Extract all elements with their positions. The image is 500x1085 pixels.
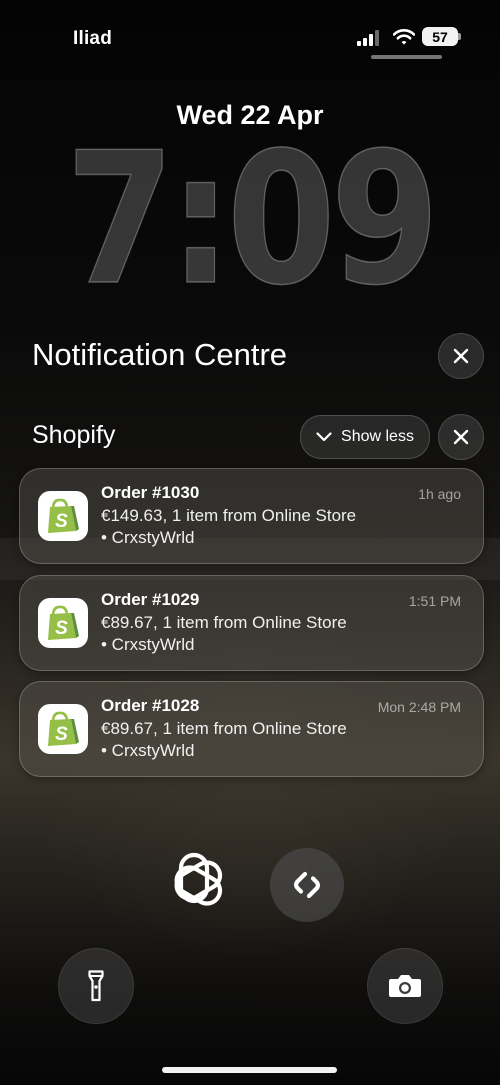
notification-centre-title: Notification Centre	[32, 337, 288, 372]
shopify-bag-icon: S	[48, 498, 79, 533]
flashlight-icon	[88, 970, 104, 1002]
chatgpt-logo-icon	[174, 852, 223, 906]
show-less-label: Show less	[341, 428, 414, 445]
clear-all-button[interactable]	[438, 333, 484, 379]
camera-icon	[389, 975, 421, 997]
home-indicator[interactable]	[162, 1067, 337, 1073]
notification-group-title: Shopify	[32, 421, 116, 449]
notification-time: Mon 2:48 PM	[377, 699, 461, 715]
notification-customer: • CrxstyWrld	[101, 741, 195, 760]
notification-customer: • CrxstyWrld	[101, 528, 195, 547]
show-less-button[interactable]: Show less	[300, 415, 430, 459]
svg-text:S: S	[55, 724, 68, 745]
notification-time: 1:51 PM	[408, 593, 461, 609]
notification-body: €89.67, 1 item from Online Store • Crxst…	[101, 718, 347, 762]
notification-body: €89.67, 1 item from Online Store • Crxst…	[101, 612, 347, 656]
carrier-name: Iliad	[73, 28, 113, 49]
control-centre-handle[interactable]	[371, 55, 442, 59]
shazam-widget[interactable]	[270, 848, 344, 922]
flashlight-button[interactable]	[58, 948, 134, 1024]
wifi-icon	[393, 29, 415, 45]
close-icon	[453, 429, 469, 445]
battery-cap	[458, 33, 461, 40]
notification-customer: • CrxstyWrld	[101, 635, 195, 654]
notification-title: Order #1029	[101, 590, 200, 609]
battery-level: 57	[432, 28, 448, 45]
shazam-logo-icon	[294, 871, 320, 899]
notification-time: 1h ago	[418, 486, 461, 502]
cellular-signal-icon	[357, 30, 379, 46]
notification-title: Order #1028	[101, 696, 200, 715]
notification-summary: €89.67, 1 item from Online Store	[101, 613, 347, 632]
shopify-bag-icon: S	[48, 605, 79, 640]
shopify-app-icon: S	[38, 598, 88, 648]
svg-text:S: S	[55, 511, 68, 532]
notification-title: Order #1030	[101, 483, 200, 502]
notification-summary: €89.67, 1 item from Online Store	[101, 719, 347, 738]
notification-summary: €149.63, 1 item from Online Store	[101, 506, 357, 525]
clear-group-button[interactable]	[438, 414, 484, 460]
notification-body: €149.63, 1 item from Online Store • Crxs…	[101, 505, 356, 549]
close-icon	[453, 348, 469, 364]
notification-card[interactable]: S Order #1028 €89.67, 1 item from Online…	[19, 681, 484, 777]
camera-button[interactable]	[367, 948, 443, 1024]
battery-indicator: 57	[422, 27, 458, 46]
svg-text:S: S	[55, 618, 68, 639]
shopify-app-icon: S	[38, 704, 88, 754]
shopify-bag-icon: S	[48, 711, 79, 746]
notification-card[interactable]: S Order #1029 €89.67, 1 item from Online…	[19, 575, 484, 671]
lock-screen-clock: 7:09	[65, 113, 440, 325]
chatgpt-widget[interactable]	[157, 846, 231, 920]
shopify-app-icon: S	[38, 491, 88, 541]
notification-card[interactable]: S Order #1030 €149.63, 1 item from Onlin…	[19, 468, 484, 564]
chevron-down-icon	[316, 432, 332, 442]
